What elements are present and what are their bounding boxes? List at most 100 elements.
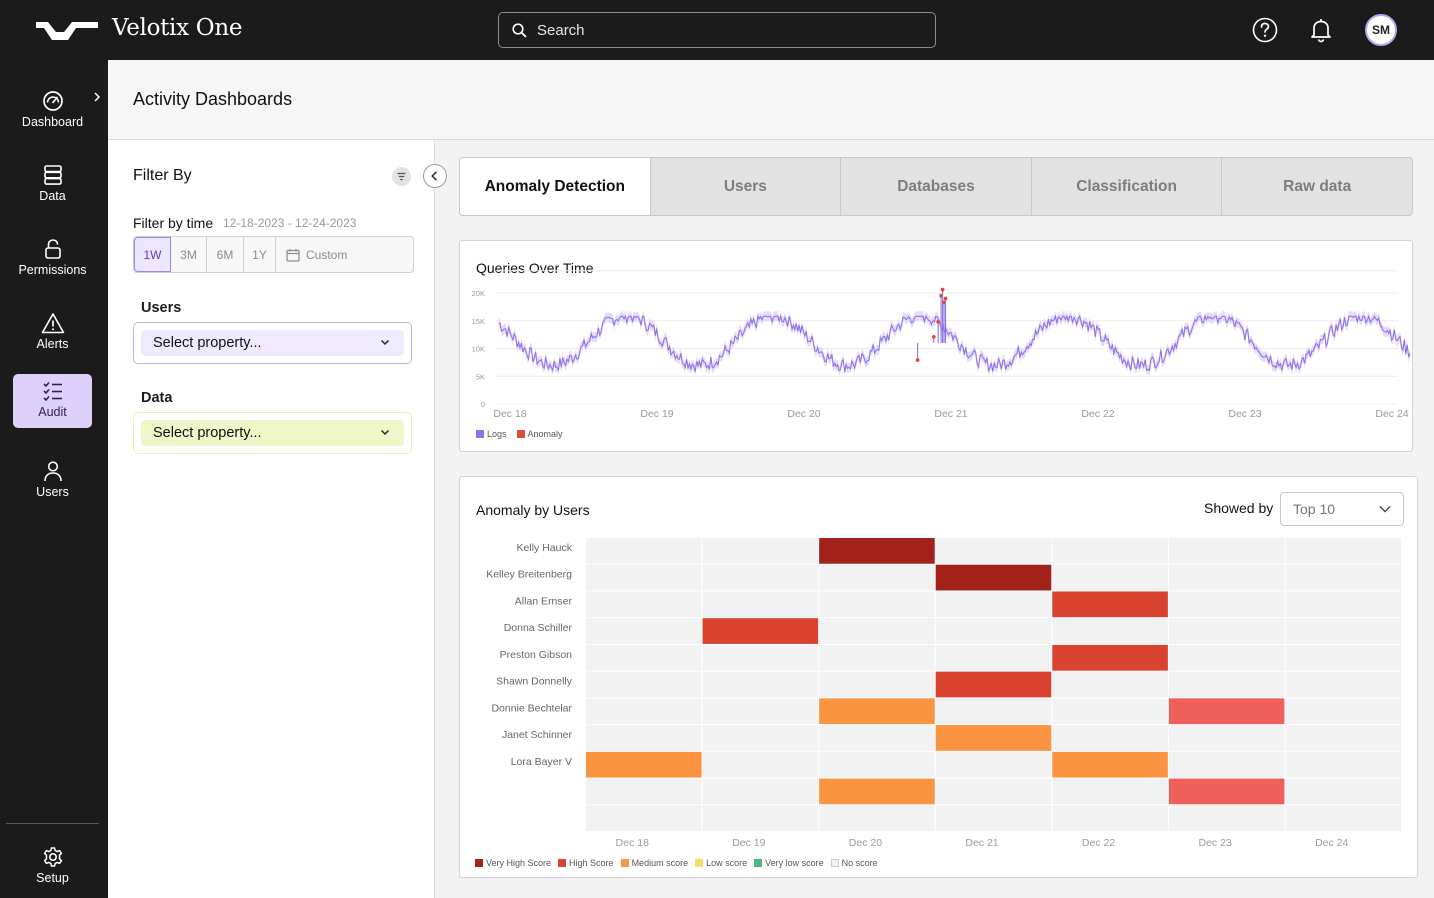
lock-icon: [44, 239, 61, 259]
tab-raw-data[interactable]: Raw data: [1222, 158, 1412, 215]
heatmap-x-label: Dec 23: [1199, 837, 1232, 849]
heatmap-cell-light_high: [1168, 698, 1285, 725]
period-3m-button[interactable]: 3M: [171, 237, 207, 272]
heatmap-cell: [586, 564, 702, 591]
legend-swatch: [475, 859, 483, 867]
filter-icon[interactable]: [392, 167, 411, 186]
legend-item-logs: Logs: [476, 429, 507, 439]
custom-range-button[interactable]: Custom: [276, 237, 413, 272]
help-icon[interactable]: [1252, 17, 1278, 43]
tab-databases[interactable]: Databases: [841, 158, 1032, 215]
period-1w-button[interactable]: 1W: [134, 237, 171, 272]
sidebar-item-data[interactable]: Data: [13, 158, 92, 212]
heatmap-cell-medium: [586, 751, 702, 778]
legend-item: Medium score: [620, 858, 688, 868]
heatmap-cell: [1168, 538, 1285, 564]
heatmap-row-label: Allan Ernser: [515, 595, 573, 607]
collapse-panel-icon[interactable]: [423, 164, 447, 188]
heatmap-cell: [1285, 725, 1401, 751]
sidebar-item-alerts[interactable]: Alerts: [13, 306, 92, 360]
heatmap-cell: [1285, 805, 1401, 831]
page-title: Activity Dashboards: [133, 89, 293, 109]
tab-classification[interactable]: Classification: [1032, 158, 1223, 215]
top-bar: Velotix One SM: [0, 0, 1434, 60]
sidebar-item-permissions[interactable]: Permissions: [13, 232, 92, 286]
y-tick-label: 10K: [472, 345, 485, 354]
sidebar-item-audit[interactable]: Audit: [13, 374, 92, 428]
tab-anomaly-detection[interactable]: Anomaly Detection: [460, 158, 651, 215]
anomaly-heatmap: Kelly Hauck Kelley Breitenberg Allan Ernse…: [486, 538, 1401, 849]
heatmap-cell: [935, 538, 1052, 564]
x-tick-label: Dec 21: [934, 408, 967, 420]
data-select[interactable]: Select property...: [133, 412, 412, 454]
heatmap-cell: [702, 805, 819, 831]
sidebar-item-label: Users: [36, 485, 69, 499]
heatmap-cell: [586, 591, 702, 618]
heatmap-cell: [1168, 564, 1285, 591]
gear-icon: [43, 847, 62, 867]
search-bar[interactable]: [498, 12, 936, 48]
legend-label: Low score: [706, 858, 748, 868]
tab-users[interactable]: Users: [651, 158, 842, 215]
legend-swatch: [558, 859, 567, 867]
velotix-logo-icon[interactable]: [36, 18, 100, 42]
search-input[interactable]: [537, 19, 917, 41]
legend-item: Low score: [695, 858, 747, 868]
user-avatar[interactable]: SM: [1365, 14, 1397, 46]
queries-legend: Logs Anomaly: [476, 429, 563, 439]
heatmap-cell: [586, 618, 702, 644]
checklist-icon: [42, 381, 62, 402]
sidebar-item-dashboard[interactable]: Dashboard: [13, 84, 92, 138]
heatmap-cell: [1285, 644, 1401, 671]
heatmap-cell: [1168, 805, 1285, 831]
heatmap-cell: [1052, 564, 1168, 591]
sidebar: Dashboard Data Permissions Alerts Audit …: [0, 60, 108, 898]
x-tick-label: Dec 23: [1228, 408, 1261, 420]
heatmap-cell: [702, 725, 819, 751]
legend-item: Very low score: [754, 858, 824, 868]
dashboard-gauge-icon: [42, 91, 63, 111]
heatmap-cell: [702, 671, 819, 698]
legend-item: Very High Score: [475, 858, 551, 868]
heatmap-cell: [1052, 698, 1168, 725]
heatmap-cell: [1285, 778, 1401, 805]
anomaly-point: [936, 319, 941, 324]
period-1y-button[interactable]: 1Y: [244, 237, 276, 272]
legend-swatch: [754, 859, 763, 867]
heatmap-cell: [935, 644, 1052, 671]
heatmap-cell-very_high: [819, 538, 935, 564]
users-select[interactable]: Select property...: [133, 322, 412, 364]
heatmap-cell: [819, 671, 935, 698]
heatmap-x-label: Dec 20: [849, 837, 882, 849]
heatmap-cell: [586, 698, 702, 725]
heatmap-cell-light_high: [1168, 778, 1285, 805]
heatmap-cell: [1168, 644, 1285, 671]
chevron-down-icon: [380, 429, 390, 436]
heatmap-row-label: Donna Schiller: [504, 622, 573, 634]
chevron-right-icon[interactable]: [93, 91, 101, 103]
heatmap-cell: [1285, 751, 1401, 778]
legend-swatch: [695, 859, 704, 867]
anomaly-by-users-card: Anomaly by Users Showed by Top 10 Kelly …: [459, 476, 1418, 878]
sidebar-item-label: Permissions: [18, 263, 87, 277]
heatmap-cell: [935, 698, 1052, 725]
heatmap-x-label: Dec 24: [1315, 837, 1348, 849]
heatmap-row-label: Shawn Donnelly: [496, 676, 573, 688]
period-6m-button[interactable]: 6M: [207, 237, 244, 272]
brand-name: Velotix One: [112, 15, 243, 41]
anomaly-point: [915, 358, 920, 363]
legend-swatch: [620, 859, 629, 867]
heatmap-cell: [819, 805, 935, 831]
sidebar-item-users[interactable]: Users: [13, 454, 92, 508]
heatmap-cell: [1285, 618, 1401, 644]
x-tick-label: Dec 19: [640, 408, 673, 420]
sidebar-item-setup[interactable]: Setup: [13, 840, 92, 894]
user-icon: [43, 461, 62, 482]
heatmap-cell: [1285, 538, 1401, 564]
heatmap-cell-high: [1052, 644, 1168, 671]
notification-bell-icon[interactable]: [1309, 17, 1333, 43]
anomaly-point: [943, 296, 948, 301]
heatmap-cell: [935, 778, 1052, 805]
heatmap-cell: [586, 778, 702, 805]
y-tick-label: 20K: [472, 289, 485, 298]
